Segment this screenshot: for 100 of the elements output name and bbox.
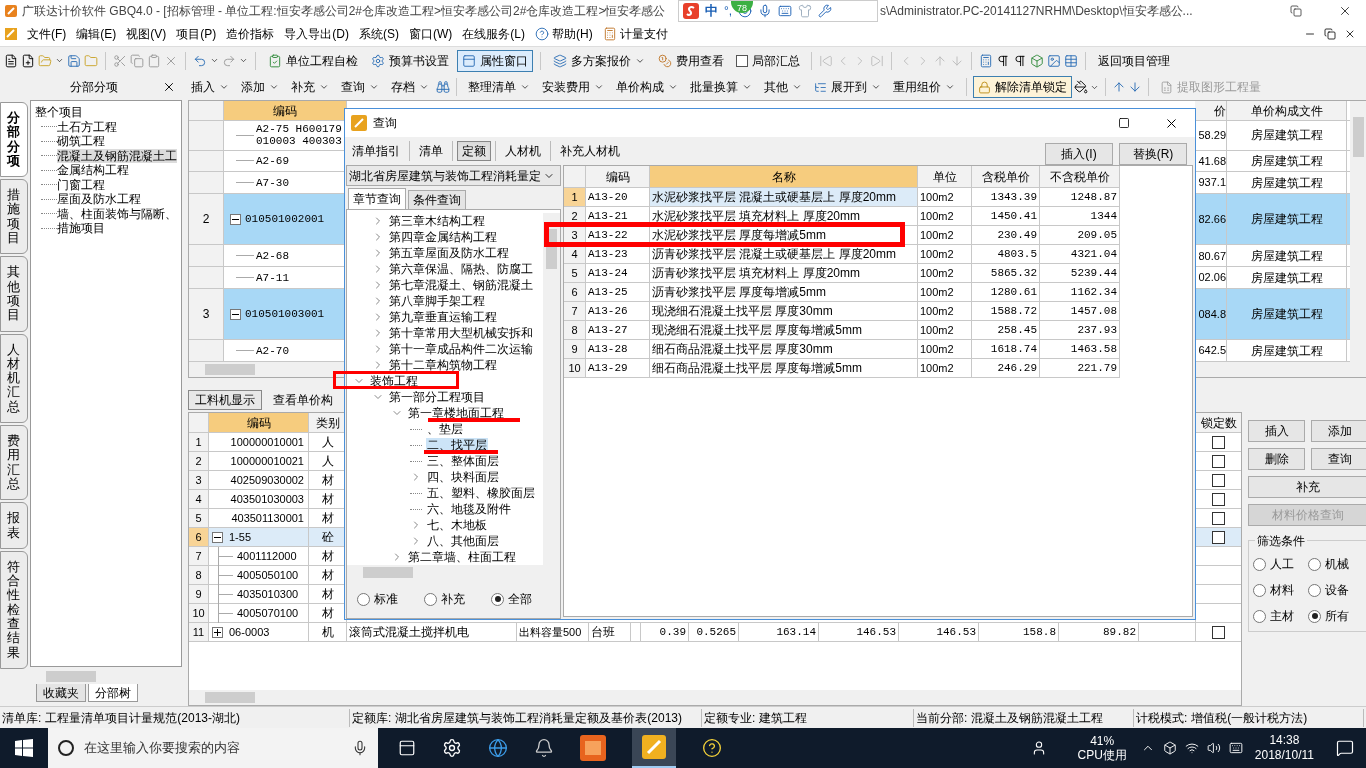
- close-icon[interactable]: [1338, 4, 1352, 18]
- tray-icon[interactable]: [1162, 741, 1177, 755]
- toolbar-button[interactable]: 查询: [336, 76, 384, 98]
- dialog-button[interactable]: 插入(I): [1045, 143, 1113, 165]
- toolbar-button[interactable]: 多方案报价: [548, 49, 650, 72]
- tree-item[interactable]: 五、塑料、橡胶面层: [426, 486, 536, 500]
- search-input[interactable]: 在这里输入你要搜索的内容: [84, 738, 342, 758]
- cut-icon[interactable]: [113, 53, 127, 68]
- action-button[interactable]: 插入: [1248, 420, 1305, 442]
- help-icon[interactable]: [702, 738, 722, 758]
- tab[interactable]: 分部树: [88, 684, 138, 702]
- shirt-icon[interactable]: [798, 4, 813, 18]
- tree-item[interactable]: 第六章保温、隔热、防腐工: [388, 262, 534, 276]
- lock-checkbox[interactable]: [1212, 530, 1225, 544]
- scope-radio[interactable]: 全部: [491, 590, 532, 608]
- scope-radio[interactable]: 补充: [424, 590, 465, 608]
- scope-radio[interactable]: 标准: [357, 590, 398, 608]
- lock-checkbox[interactable]: [1212, 454, 1225, 468]
- toolbar-button[interactable]: 预算书设置: [366, 49, 454, 72]
- tree-item[interactable]: 整个项目: [35, 105, 181, 120]
- tree-item[interactable]: 措施项目: [57, 221, 105, 236]
- app-icon[interactable]: [580, 735, 606, 761]
- collapse-toggle[interactable]: [212, 531, 223, 543]
- tab[interactable]: 补充人材机: [555, 141, 625, 161]
- side-tab[interactable]: 符合性检查结果: [0, 550, 28, 669]
- toolbar-button[interactable]: 解除清单锁定: [973, 76, 1072, 98]
- tree-item[interactable]: 第十章常用大型机械安拆和: [388, 326, 534, 340]
- menu-item[interactable]: 文件(F): [22, 23, 72, 45]
- table-cell[interactable]: 沥青砂浆找平层 混凝土或硬基层上 厚度20mm: [650, 245, 918, 263]
- dialog-button[interactable]: 替换(R): [1119, 143, 1187, 165]
- action-button[interactable]: 查询: [1311, 448, 1366, 470]
- toolbar-button[interactable]: 存档: [386, 76, 434, 98]
- menu-item[interactable]: 帮助(H): [530, 23, 598, 45]
- task-view-icon[interactable]: [398, 739, 416, 757]
- tree-item[interactable]: 砌筑工程: [57, 134, 105, 149]
- lock-checkbox[interactable]: [1212, 473, 1225, 487]
- tree-item[interactable]: 第九章垂直运输工程: [388, 310, 498, 324]
- filter-radio[interactable]: 所有: [1308, 607, 1363, 625]
- caret-icon[interactable]: [55, 56, 64, 65]
- network-icon[interactable]: [1184, 741, 1199, 755]
- side-tab[interactable]: 分部分项: [0, 102, 28, 178]
- side-tab[interactable]: 措施项目: [0, 179, 28, 255]
- table-cell[interactable]: 细石商品混凝土找平层 厚度每增减5mm: [650, 359, 918, 377]
- side-tab[interactable]: 人材机汇总: [0, 333, 28, 424]
- toolbar-button[interactable]: 单位工程自检: [263, 49, 363, 72]
- menu-item[interactable]: 计量支付: [597, 23, 673, 45]
- scrollbar[interactable]: [1350, 101, 1366, 362]
- filter-radio[interactable]: 主材: [1253, 607, 1308, 625]
- tree-item[interactable]: 门窗工程: [57, 177, 105, 192]
- action-button[interactable]: 补充: [1248, 476, 1366, 498]
- tree-item[interactable]: 第五章屋面及防水工程: [388, 246, 510, 260]
- tree-item[interactable]: 第三章木结构工程: [388, 214, 486, 228]
- toolbar-button[interactable]: 其他: [759, 76, 807, 98]
- search-field[interactable]: 在这里输入你要搜索的内容: [48, 728, 378, 768]
- undo-icon[interactable]: [193, 53, 207, 68]
- menu-item[interactable]: 导入导出(D): [279, 23, 354, 45]
- tree-item[interactable]: 第十二章构筑物工程: [388, 358, 498, 372]
- tab[interactable]: 查看单价构: [266, 390, 340, 410]
- tree-item[interactable]: 四、块料面层: [426, 470, 500, 484]
- tree-item[interactable]: 第一章楼地面工程: [407, 406, 505, 420]
- copy-icon[interactable]: [130, 53, 144, 68]
- paste-icon[interactable]: [147, 53, 161, 68]
- up-icon[interactable]: [1112, 80, 1126, 94]
- tab[interactable]: 工料机显示: [188, 390, 262, 410]
- menu-item[interactable]: 造价指标: [221, 23, 280, 45]
- windows-logo-icon[interactable]: [15, 739, 33, 757]
- table-cell[interactable]: 水泥砂浆找平层 填充材料上 厚度20mm: [650, 207, 918, 225]
- tree-item[interactable]: 金属结构工程: [57, 163, 129, 178]
- lock-checkbox[interactable]: [1212, 435, 1225, 449]
- mic-icon[interactable]: [758, 4, 773, 18]
- toolbar-button[interactable]: 整理清单: [463, 76, 535, 98]
- toolbar-button[interactable]: 安装费用: [537, 76, 609, 98]
- binoculars-icon[interactable]: [436, 80, 450, 94]
- filter-radio[interactable]: 机械: [1308, 555, 1363, 573]
- table-cell[interactable]: 现浇细石混凝土找平层 厚度30mm: [650, 302, 918, 320]
- side-tab[interactable]: 其他项目: [0, 256, 28, 332]
- notification-icon[interactable]: [1336, 739, 1354, 757]
- scrollbar[interactable]: [347, 565, 560, 580]
- tab[interactable]: 人材机: [500, 141, 546, 161]
- tree-item[interactable]: 第一部分工程项目: [388, 390, 486, 404]
- volume-icon[interactable]: [1206, 741, 1221, 755]
- table-icon[interactable]: [1064, 53, 1078, 68]
- tree-item[interactable]: 第七章混凝土、钢筋混凝土: [388, 278, 534, 292]
- collapse-toggle[interactable]: [230, 213, 241, 225]
- menu-item[interactable]: 在线服务(L): [457, 23, 530, 45]
- tab[interactable]: 清单指引: [347, 141, 405, 161]
- lock-checkbox[interactable]: [1212, 492, 1225, 506]
- caret-icon[interactable]: [210, 56, 219, 65]
- filter-radio[interactable]: 人工: [1253, 555, 1308, 573]
- scrollbar[interactable]: [543, 213, 560, 565]
- action-button[interactable]: 删除: [1248, 448, 1305, 470]
- action-button[interactable]: 添加: [1311, 420, 1366, 442]
- tree-item[interactable]: 第十一章成品构件二次运输: [388, 342, 534, 356]
- tab[interactable]: 收藏夹: [36, 684, 86, 702]
- active-app-button[interactable]: [632, 728, 676, 768]
- down-icon[interactable]: [1128, 80, 1142, 94]
- tree-item[interactable]: 七、木地板: [426, 518, 488, 532]
- save-icon[interactable]: [67, 53, 81, 68]
- menu-item[interactable]: 窗口(W): [404, 23, 458, 45]
- filter-radio[interactable]: 设备: [1308, 581, 1363, 599]
